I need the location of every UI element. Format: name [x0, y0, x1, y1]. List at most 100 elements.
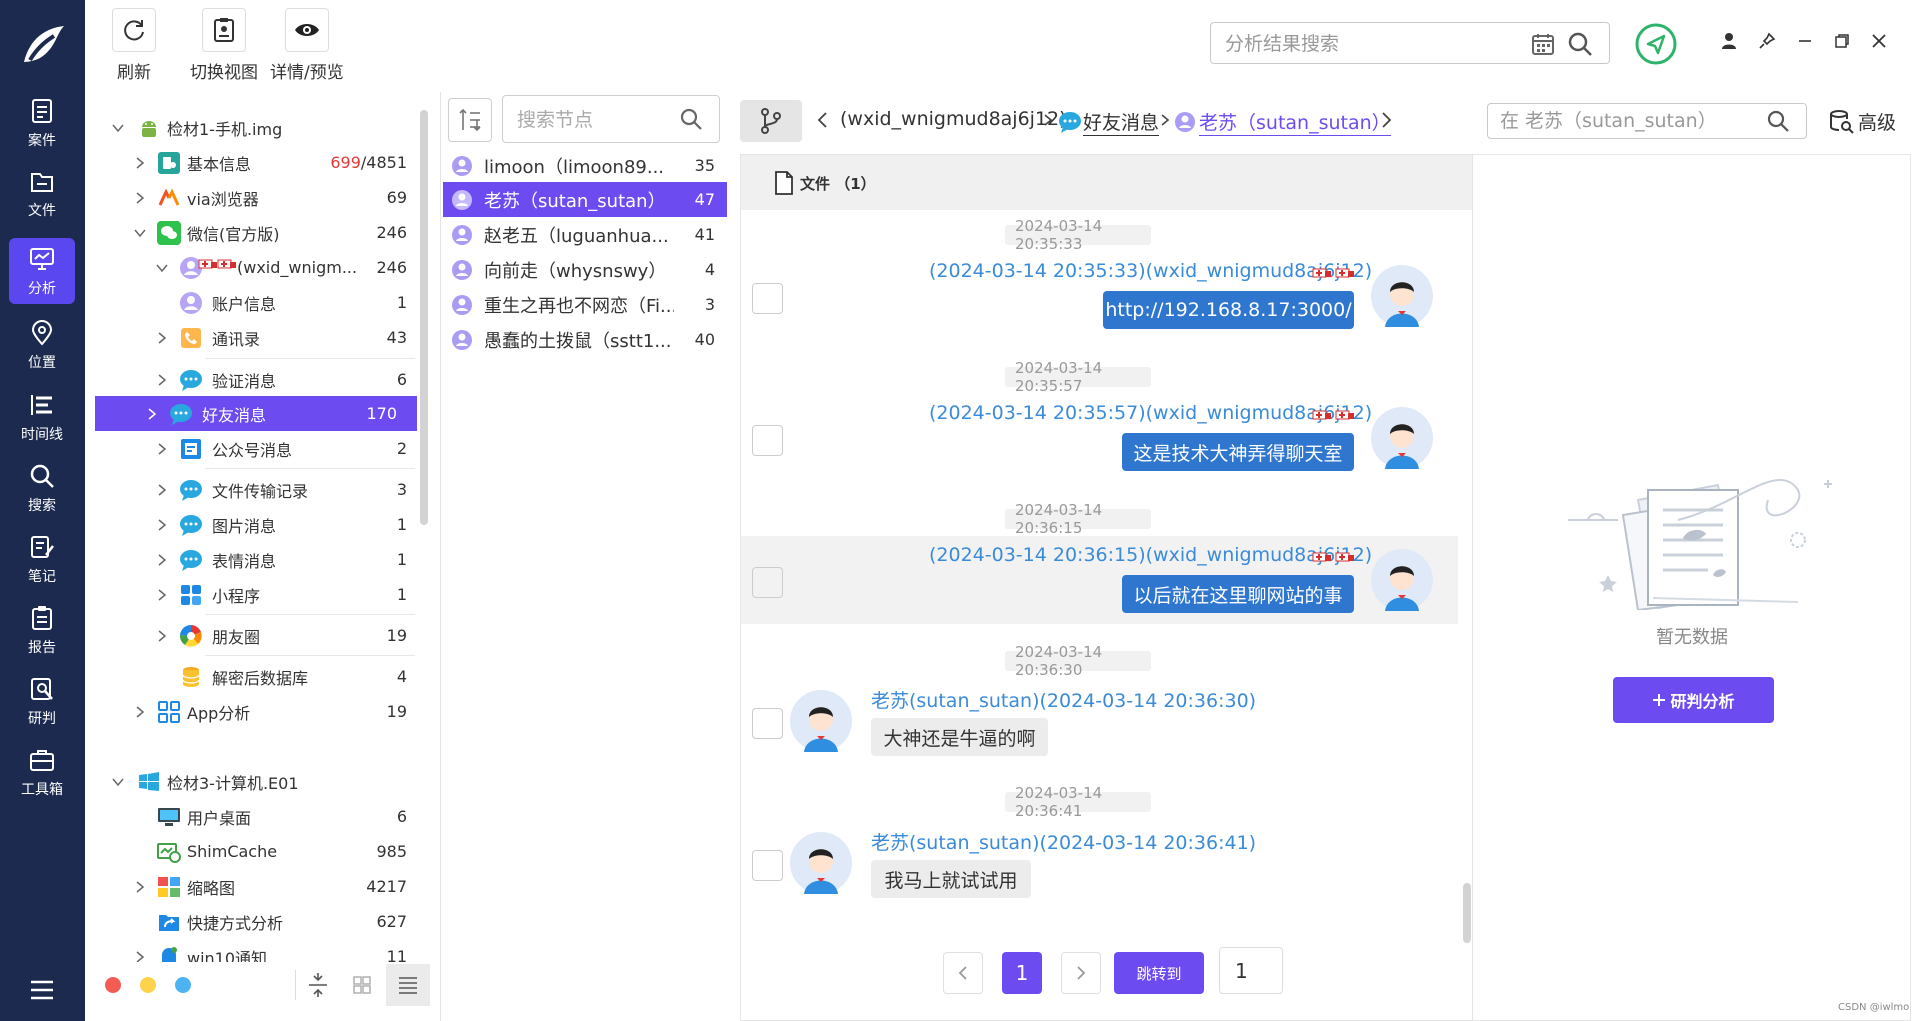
node-item[interactable]: 重生之再也不网恋（Fi... 3: [443, 287, 727, 322]
message-bubble-outgoing[interactable]: http://192.168.8.17:3000/: [1103, 291, 1354, 329]
message-checkbox[interactable]: [752, 708, 783, 739]
send-status-icon[interactable]: [1634, 22, 1678, 66]
message-sender[interactable]: 老苏(sutan_sutan)(2024-03-14 20:36:41): [871, 828, 1256, 855]
chevron-right-icon[interactable]: [132, 949, 148, 963]
tree-item-evidence-phone[interactable]: 检材1-手机.img: [95, 110, 415, 145]
chevron-right-icon[interactable]: [154, 628, 170, 644]
node-item[interactable]: 愚蠢的土拨鼠（sstt1... 40: [443, 322, 727, 357]
search-icon[interactable]: [679, 107, 703, 131]
nav-location[interactable]: 位置: [9, 312, 75, 378]
branch-view-button[interactable]: [740, 100, 802, 142]
message-checkbox[interactable]: [752, 567, 783, 598]
tree-item-user-desktop[interactable]: 用户桌面 6: [95, 799, 415, 834]
maximize-button[interactable]: [1829, 28, 1855, 54]
tree-item-contacts[interactable]: 通讯录 43: [95, 320, 415, 355]
chevron-right-icon[interactable]: [132, 190, 148, 206]
chevron-right-icon[interactable]: [154, 441, 170, 457]
nav-case[interactable]: 案件: [9, 90, 75, 156]
nav-judge[interactable]: 研判: [9, 668, 75, 734]
nav-timeline[interactable]: 时间线: [9, 384, 75, 450]
pin-button[interactable]: [1754, 28, 1780, 54]
tree-item-official-account-messages[interactable]: 公众号消息 2: [95, 431, 415, 466]
message-sender[interactable]: (2024-03-14 20:35:33)(wxid_wnigmud8aj6j1…: [929, 260, 1372, 282]
message-bubble-outgoing[interactable]: 这是技术大神弄得聊天室: [1122, 433, 1354, 471]
nav-files[interactable]: 文件: [9, 160, 75, 226]
yellow-filter-dot[interactable]: [140, 977, 156, 993]
nav-analysis[interactable]: 分析: [9, 238, 75, 304]
refresh-button[interactable]: 刷新: [112, 8, 156, 83]
tree-item-decrypted-db[interactable]: 解密后数据库 4: [95, 659, 415, 694]
node-item[interactable]: 老苏（sutan_sutan） 47: [443, 182, 727, 217]
breadcrumb-contact[interactable]: 老苏（sutan_sutan）: [1199, 108, 1391, 136]
tree-item-mini-programs[interactable]: 小程序 1: [95, 577, 415, 612]
prev-page-button[interactable]: [943, 952, 983, 994]
breadcrumb-category[interactable]: 好友消息: [1083, 108, 1160, 136]
message-bubble-incoming[interactable]: 大神还是牛逼的啊: [871, 718, 1048, 756]
message-sender[interactable]: (2024-03-14 20:36:15)(wxid_wnigmud8aj6j1…: [929, 544, 1372, 566]
user-button[interactable]: [1716, 28, 1742, 54]
message-checkbox[interactable]: [752, 283, 783, 314]
chevron-down-icon[interactable]: [110, 774, 126, 790]
tree-item-friend-messages[interactable]: 好友消息 170: [95, 396, 417, 431]
chevron-right-icon[interactable]: [154, 482, 170, 498]
tree-item-app-analysis[interactable]: App分析 19: [95, 694, 415, 729]
advanced-search-button[interactable]: 高级: [1828, 108, 1896, 135]
chevron-right-icon[interactable]: [154, 330, 170, 346]
chevron-down-icon[interactable]: [110, 120, 126, 136]
chevron-down-icon[interactable]: [154, 260, 170, 276]
node-item[interactable]: 赵老五（luguanhua... 41: [443, 217, 727, 252]
tree-item-evidence-computer[interactable]: 检材3-计算机.E01: [95, 764, 415, 799]
message-checkbox[interactable]: [752, 425, 783, 456]
jump-page-input[interactable]: 1: [1219, 947, 1283, 994]
details-preview-button[interactable]: 详情/预览: [270, 8, 344, 83]
list-view-button[interactable]: [386, 964, 430, 1006]
message-checkbox[interactable]: [752, 850, 783, 881]
collapse-all-icon[interactable]: [307, 973, 329, 997]
breadcrumb-account[interactable]: (wxid_wnigmud8aj6j12): [840, 108, 1067, 130]
message-sender[interactable]: 老苏(sutan_sutan)(2024-03-14 20:36:30): [871, 686, 1256, 713]
close-button[interactable]: [1866, 28, 1892, 54]
nav-toolbox[interactable]: 工具箱: [9, 739, 75, 805]
tree-item-sticker-messages[interactable]: 表情消息 1: [95, 542, 415, 577]
tree-item-thumbnails[interactable]: 缩略图 4217: [95, 869, 415, 904]
minimize-button[interactable]: [1792, 28, 1818, 54]
jump-to-button[interactable]: 跳转到: [1114, 952, 1204, 994]
calendar-icon[interactable]: [1531, 32, 1555, 56]
tree-item-win10-notifications[interactable]: win10通知 11: [95, 939, 415, 962]
chevron-right-icon[interactable]: [154, 552, 170, 568]
switch-view-button[interactable]: 切换视图: [190, 8, 258, 83]
tree-item-account-info[interactable]: 账户信息 1: [95, 285, 415, 320]
tree-item-via-browser[interactable]: via浏览器 69: [95, 180, 415, 215]
chevron-right-icon[interactable]: [154, 517, 170, 533]
search-icon[interactable]: [1766, 109, 1790, 133]
chevron-right-icon[interactable]: [144, 406, 160, 422]
sort-button[interactable]: [448, 98, 492, 142]
search-icon[interactable]: [1567, 31, 1593, 57]
message-sender[interactable]: (2024-03-14 20:35:57)(wxid_wnigmud8aj6j1…: [929, 402, 1372, 424]
chevron-left-icon[interactable]: [816, 111, 830, 129]
nav-search[interactable]: 搜索: [9, 455, 75, 521]
tree-item-image-messages[interactable]: 图片消息 1: [95, 507, 415, 542]
node-search-input[interactable]: [517, 106, 677, 134]
tree-item-shortcut-analysis[interactable]: 快捷方式分析 627: [95, 904, 415, 939]
tree-item-moments[interactable]: 朋友圈 19: [95, 618, 415, 653]
chevron-right-icon[interactable]: [132, 879, 148, 895]
red-filter-dot[interactable]: [105, 977, 121, 993]
next-page-button[interactable]: [1061, 952, 1101, 994]
chevron-right-icon[interactable]: [154, 587, 170, 603]
file-tab[interactable]: 文件 （1）: [774, 171, 876, 195]
analysis-search-input[interactable]: [1225, 29, 1525, 59]
chat-search-input[interactable]: [1500, 108, 1760, 134]
node-item[interactable]: limoon（limoon89... 35: [443, 148, 727, 183]
chat-scrollbar[interactable]: [1463, 883, 1471, 943]
nav-notes[interactable]: 笔记: [9, 526, 75, 592]
message-bubble-incoming[interactable]: 我马上就试试用: [871, 860, 1031, 898]
page-number-button[interactable]: 1: [1002, 952, 1042, 994]
tree-item-shimcache[interactable]: ShimCache 985: [95, 834, 415, 869]
message-bubble-outgoing[interactable]: 以后就在这里聊网站的事: [1122, 575, 1354, 613]
blue-filter-dot[interactable]: [175, 977, 191, 993]
tree-item-wechat[interactable]: 微信(官方版) 246: [95, 215, 415, 250]
tree-scrollbar[interactable]: [420, 110, 428, 525]
hamburger-menu-icon[interactable]: [28, 978, 56, 1002]
tree-item-verify-messages[interactable]: 验证消息 6: [95, 362, 415, 397]
